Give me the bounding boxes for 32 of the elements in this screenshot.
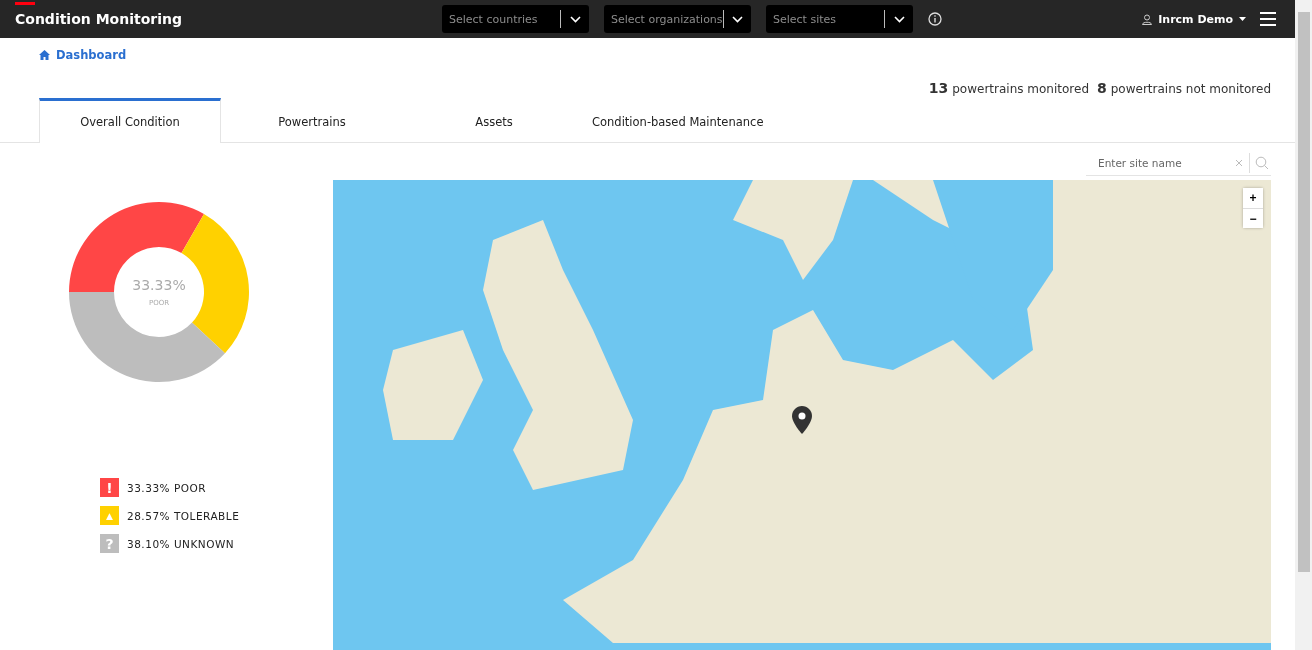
- menu-icon[interactable]: [1260, 12, 1276, 26]
- site-search-field[interactable]: Enter site name: [1096, 155, 1229, 170]
- chevron-icon: [731, 15, 743, 23]
- filter-dropdown[interactable]: Select countries: [442, 5, 589, 33]
- scrollbar[interactable]: [1295, 0, 1312, 650]
- zoom-out-button[interactable]: −: [1243, 208, 1263, 228]
- info-icon[interactable]: [928, 12, 942, 26]
- tab[interactable]: Overall Condition: [39, 98, 221, 143]
- user-icon: [1142, 13, 1153, 25]
- caret-icon: [1239, 17, 1246, 21]
- tab[interactable]: Assets: [403, 98, 585, 143]
- filter-dropdown[interactable]: Select organizations: [604, 5, 751, 33]
- accent-bar: [15, 2, 35, 5]
- zoom-in-button[interactable]: +: [1243, 188, 1263, 208]
- tab[interactable]: Powertrains: [221, 98, 403, 143]
- summary-text: 13 powertrains monitored: [928, 80, 1089, 96]
- chevron-icon: [569, 15, 581, 23]
- map-pin-icon[interactable]: [792, 406, 812, 434]
- filter-dropdown[interactable]: Select sites: [766, 5, 913, 33]
- legend-label: 28.57% TOLERABLE: [127, 509, 240, 522]
- exclamation-icon: !: [100, 478, 119, 497]
- app-title: Condition Monitoring: [15, 10, 182, 28]
- home-icon: [39, 50, 50, 60]
- donut-center-value: 33.33%: [132, 277, 186, 293]
- dashboard-link[interactable]: Dashboard: [39, 48, 127, 62]
- question-icon: ?: [100, 534, 119, 553]
- tab[interactable]: Condition-based Maintenance: [585, 98, 767, 143]
- user-menu[interactable]: Inrcm Demo: [1142, 12, 1246, 26]
- legend-label: 38.10% UNKNOWN: [127, 537, 235, 550]
- summary-text: 8 powertrains not monitored: [1097, 80, 1271, 96]
- legend-label: 33.33% POOR: [127, 481, 207, 494]
- chevron-icon: [893, 15, 905, 23]
